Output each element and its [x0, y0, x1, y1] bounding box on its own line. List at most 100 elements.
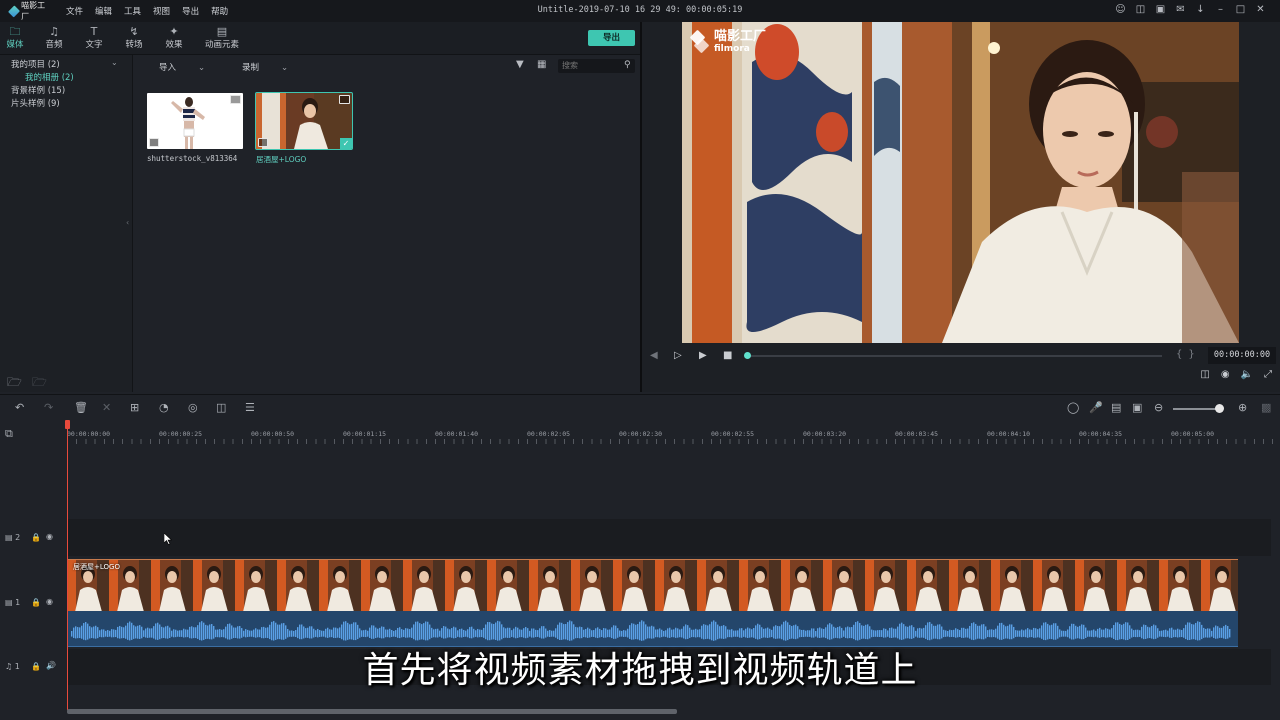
maximize-icon[interactable]: □: [1235, 4, 1246, 15]
preview-panel: 喵影工厂 filmora ◀ ▷ ▶ ■ {} 00:00:00:00 ◫ ◉ …: [642, 22, 1280, 392]
lock-icon[interactable]: 🔒: [31, 533, 41, 542]
color-icon[interactable]: ◎: [188, 401, 198, 414]
cart-icon[interactable]: ◫: [1135, 4, 1146, 15]
cut-icon[interactable]: ✕: [102, 401, 111, 414]
sidebar-item-my-projects[interactable]: 我的项目 (2): [11, 58, 60, 70]
clip-frame: [361, 560, 403, 611]
clip-frame: [1033, 560, 1075, 611]
new-folder-icon[interactable]: 🗁: [7, 373, 22, 394]
redo-icon[interactable]: ↷: [44, 401, 53, 414]
ruler-time-label: 00:00:00:00: [67, 430, 111, 438]
clip-frame: [487, 560, 529, 611]
close-icon[interactable]: ✕: [1255, 4, 1266, 15]
tab-elements[interactable]: ▤ 动画元素: [201, 26, 243, 52]
save-icon[interactable]: ▣: [1155, 4, 1166, 15]
tab-media[interactable]: 🗀 媒体: [0, 26, 35, 52]
clip-frame: [781, 560, 823, 611]
mixer-icon[interactable]: ▤: [1111, 401, 1121, 414]
preview-frame: 喵影工厂 filmora: [682, 22, 1239, 343]
preview-tools: ◫ ◉ 🔈 ⤢: [1200, 369, 1272, 380]
play-icon[interactable]: ▶: [699, 350, 707, 361]
undo-icon[interactable]: ↶: [15, 401, 24, 414]
zoom-in-icon[interactable]: ⊕: [1238, 401, 1247, 414]
previous-frame-icon[interactable]: ◀: [650, 350, 658, 361]
chevron-down-icon[interactable]: ⌄: [111, 58, 118, 67]
media-thumbnail-izakaya[interactable]: ✓: [255, 92, 353, 150]
sidebar-item-intro-samples[interactable]: 片头样例 (9): [11, 97, 60, 109]
effects-icon: ✦: [169, 25, 179, 38]
playhead-handle[interactable]: [65, 420, 70, 429]
stop-icon[interactable]: ■: [723, 350, 732, 361]
grid-view-icon[interactable]: ▦: [537, 59, 546, 70]
eye-icon[interactable]: ◉: [46, 532, 53, 541]
timeline-scrollbar[interactable]: [67, 709, 677, 714]
clip-frame: [193, 560, 235, 611]
export-button[interactable]: 导出: [588, 30, 635, 46]
step-forward-icon[interactable]: ▷: [674, 350, 682, 361]
clip-frame: [151, 560, 193, 611]
film-icon: ▤: [5, 598, 13, 607]
video-clip[interactable]: 居酒屋+LOGO: [67, 559, 1238, 611]
tab-elements-label: 动画元素: [204, 40, 239, 50]
collapse-handle-icon[interactable]: ‹: [126, 218, 129, 227]
ruler-time-label: 00:00:02:30: [619, 430, 663, 438]
scrubber-handle[interactable]: [744, 352, 751, 359]
record-label: 录制: [242, 63, 260, 73]
panel-toggle-icon[interactable]: ▩: [1261, 401, 1271, 414]
media-type-icon: [149, 138, 159, 147]
minimize-icon[interactable]: –: [1215, 4, 1226, 15]
sidebar-item-background-samples[interactable]: 背景样例 (15): [11, 84, 65, 96]
split-screen-icon[interactable]: ◫: [216, 401, 226, 414]
tab-transition[interactable]: ↯ 转场: [114, 26, 154, 52]
zoom-out-icon[interactable]: ⊖: [1154, 401, 1163, 414]
clip-frame: [1117, 560, 1159, 611]
marker-icon[interactable]: ◯: [1067, 401, 1079, 414]
clip-frame: [739, 560, 781, 611]
add-track-icon[interactable]: ⧉: [5, 427, 13, 441]
download-icon[interactable]: ↓: [1195, 4, 1206, 15]
delete-icon[interactable]: 🗑: [74, 401, 88, 414]
checkmark-icon: ✓: [340, 138, 352, 149]
lock-icon[interactable]: 🔒: [31, 598, 41, 607]
search-icon[interactable]: ⚲: [624, 60, 631, 70]
volume-icon[interactable]: 🔈: [1241, 369, 1253, 380]
delete-folder-icon[interactable]: 🗁: [32, 373, 47, 394]
video-track-2[interactable]: [67, 519, 1271, 556]
eye-icon[interactable]: ◉: [46, 597, 53, 606]
tab-text[interactable]: T 文字: [74, 26, 114, 52]
time-ruler[interactable]: 00:00:00:00 00:00:00:25 00:00:00:50 00:00:0…: [67, 420, 1280, 444]
track-number: 2: [15, 533, 21, 542]
render-preview-icon[interactable]: ◫: [1200, 369, 1209, 380]
mark-in-out-icon[interactable]: {}: [1176, 349, 1201, 360]
sidebar-item-my-album[interactable]: 我的相册 (2): [25, 71, 74, 83]
mail-icon[interactable]: ✉: [1175, 4, 1186, 15]
tab-effects-label: 效果: [165, 40, 183, 50]
speed-icon[interactable]: ◔: [159, 401, 169, 414]
microphone-icon[interactable]: 🎤: [1089, 401, 1103, 414]
crop-icon[interactable]: ⊞: [130, 401, 139, 414]
clip-frame: [1201, 560, 1238, 611]
thumbnail-image: [256, 93, 352, 149]
adjust-icon[interactable]: ☰: [245, 401, 255, 414]
snapshot-icon[interactable]: ◉: [1221, 369, 1230, 380]
zoom-slider-handle[interactable]: [1215, 404, 1224, 413]
tab-effects[interactable]: ✦ 效果: [154, 26, 194, 52]
zoom-slider-track[interactable]: [1173, 408, 1221, 410]
tab-transition-label: 转场: [125, 40, 143, 50]
tab-audio[interactable]: ♫ 音频: [34, 26, 74, 52]
clip-frame: [865, 560, 907, 611]
media-thumbnail-shutterstock[interactable]: [147, 93, 243, 149]
fullscreen-icon[interactable]: ⤢: [1264, 369, 1272, 380]
watermark-title: 喵影工厂: [714, 29, 767, 44]
subtitle-track-icon[interactable]: ▣: [1132, 401, 1142, 414]
media-library: shutterstock_v813364 ✓ 居酒屋+LOGO ‹: [126, 76, 640, 392]
filter-icon[interactable]: ▼: [516, 59, 524, 70]
clip-frame: [907, 560, 949, 611]
ruler-time-label: 00:00:02:55: [711, 430, 755, 438]
import-dropdown[interactable]: 导入 ⌄: [159, 61, 205, 73]
ruler-time-label: 00:00:00:50: [251, 430, 295, 438]
account-icon[interactable]: ☺: [1115, 4, 1126, 15]
ruler-time-label: 00:00:04:10: [987, 430, 1031, 438]
record-dropdown[interactable]: 录制 ⌄: [242, 61, 288, 73]
preview-scrubber[interactable]: [746, 355, 1162, 357]
